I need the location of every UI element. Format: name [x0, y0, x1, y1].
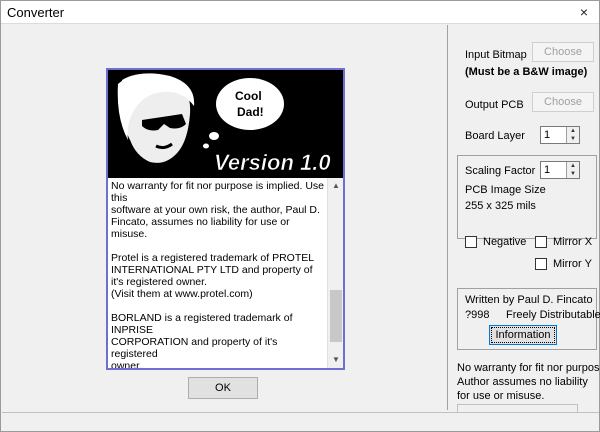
about-frame: Cool Dad! Version 1.0 No warranty for fi… [106, 68, 345, 370]
board-layer-spinner[interactable]: 1 ▲ ▼ [540, 126, 580, 144]
pcb-image-size-label: PCB Image Size [465, 184, 546, 196]
scaling-factor-label: Scaling Factor [465, 165, 536, 177]
input-choose-button[interactable]: Choose [532, 42, 594, 62]
settings-panel: Input Bitmap Choose (Must be a B&W image… [449, 25, 600, 419]
version-text: Version 1.0 [214, 150, 331, 175]
banner-graphic: Cool Dad! Version 1.0 [108, 70, 343, 178]
scaling-factor-spinner[interactable]: 1 ▲ ▼ [540, 161, 580, 179]
converter-window: Converter × Cool Dad! Version 1.0 No war… [0, 0, 600, 432]
mirror-x-label: Mirror X [553, 236, 593, 248]
mirror-y-label: Mirror Y [553, 258, 592, 270]
freely-distributable-text: Freely Distributable [506, 309, 600, 321]
scroll-thumb[interactable] [330, 290, 342, 342]
mirror-y-checkbox[interactable]: Mirror Y [535, 258, 592, 270]
about-group: Written by Paul D. Fincato ?998 Freely D… [457, 288, 600, 350]
year-text: ?998 [465, 309, 490, 321]
checkbox-box[interactable] [535, 236, 547, 248]
mirror-x-checkbox[interactable]: Mirror X [535, 236, 592, 248]
spin-up-icon[interactable]: ▲ [567, 162, 579, 170]
board-layer-value: 1 [544, 129, 551, 141]
close-button[interactable]: × [569, 1, 599, 24]
about-text-area[interactable]: No warranty for fit nor purpose is impli… [108, 178, 343, 368]
input-bitmap-label: Input Bitmap [465, 49, 527, 61]
board-layer-label: Board Layer [465, 130, 525, 142]
checkbox-box[interactable] [535, 258, 547, 270]
spin-down-icon[interactable]: ▼ [567, 135, 579, 143]
bottom-note-line-2: Author assumes no liability [457, 376, 588, 388]
board-layer-spin-buttons[interactable]: ▲ ▼ [566, 127, 579, 143]
about-body-text: No warranty for fit nor purpose is impli… [111, 180, 324, 368]
about-banner: Cool Dad! Version 1.0 [108, 70, 343, 178]
window-title: Converter [7, 5, 65, 20]
scaling-spin-buttons[interactable]: ▲ ▼ [566, 162, 579, 178]
output-pcb-label: Output PCB [465, 99, 524, 111]
title-bar: Converter × [1, 1, 599, 24]
vertical-scrollbar[interactable]: ▲ ▼ [327, 178, 343, 368]
bubble-line-2: Dad! [237, 105, 264, 119]
pcb-image-size-value: 255 x 325 mils [465, 200, 536, 212]
checkbox-box[interactable] [465, 236, 477, 248]
scaling-factor-value: 1 [544, 164, 551, 176]
bottom-note-line-3: for use or misuse. [457, 390, 545, 402]
scroll-up-arrow-icon[interactable]: ▲ [328, 178, 343, 194]
bottom-note-line-1: No warranty for fit nor purpose [457, 362, 600, 374]
bubble-line-1: Cool [235, 89, 262, 103]
spin-up-icon[interactable]: ▲ [567, 127, 579, 135]
negative-label: Negative [483, 236, 527, 248]
written-by-text: Written by Paul D. Fincato [465, 294, 593, 306]
information-button[interactable]: Information [489, 325, 557, 345]
spin-down-icon[interactable]: ▼ [567, 170, 579, 178]
status-bar [2, 412, 599, 431]
bitmap-note: (Must be a B&W image) [465, 66, 588, 78]
scaling-group: Scaling Factor 1 ▲ ▼ PCB Image Size 255 … [457, 155, 597, 239]
ok-button[interactable]: OK [188, 377, 258, 399]
scroll-down-arrow-icon[interactable]: ▼ [328, 352, 343, 368]
negative-checkbox[interactable]: Negative [465, 236, 526, 248]
output-choose-button[interactable]: Choose [532, 92, 594, 112]
